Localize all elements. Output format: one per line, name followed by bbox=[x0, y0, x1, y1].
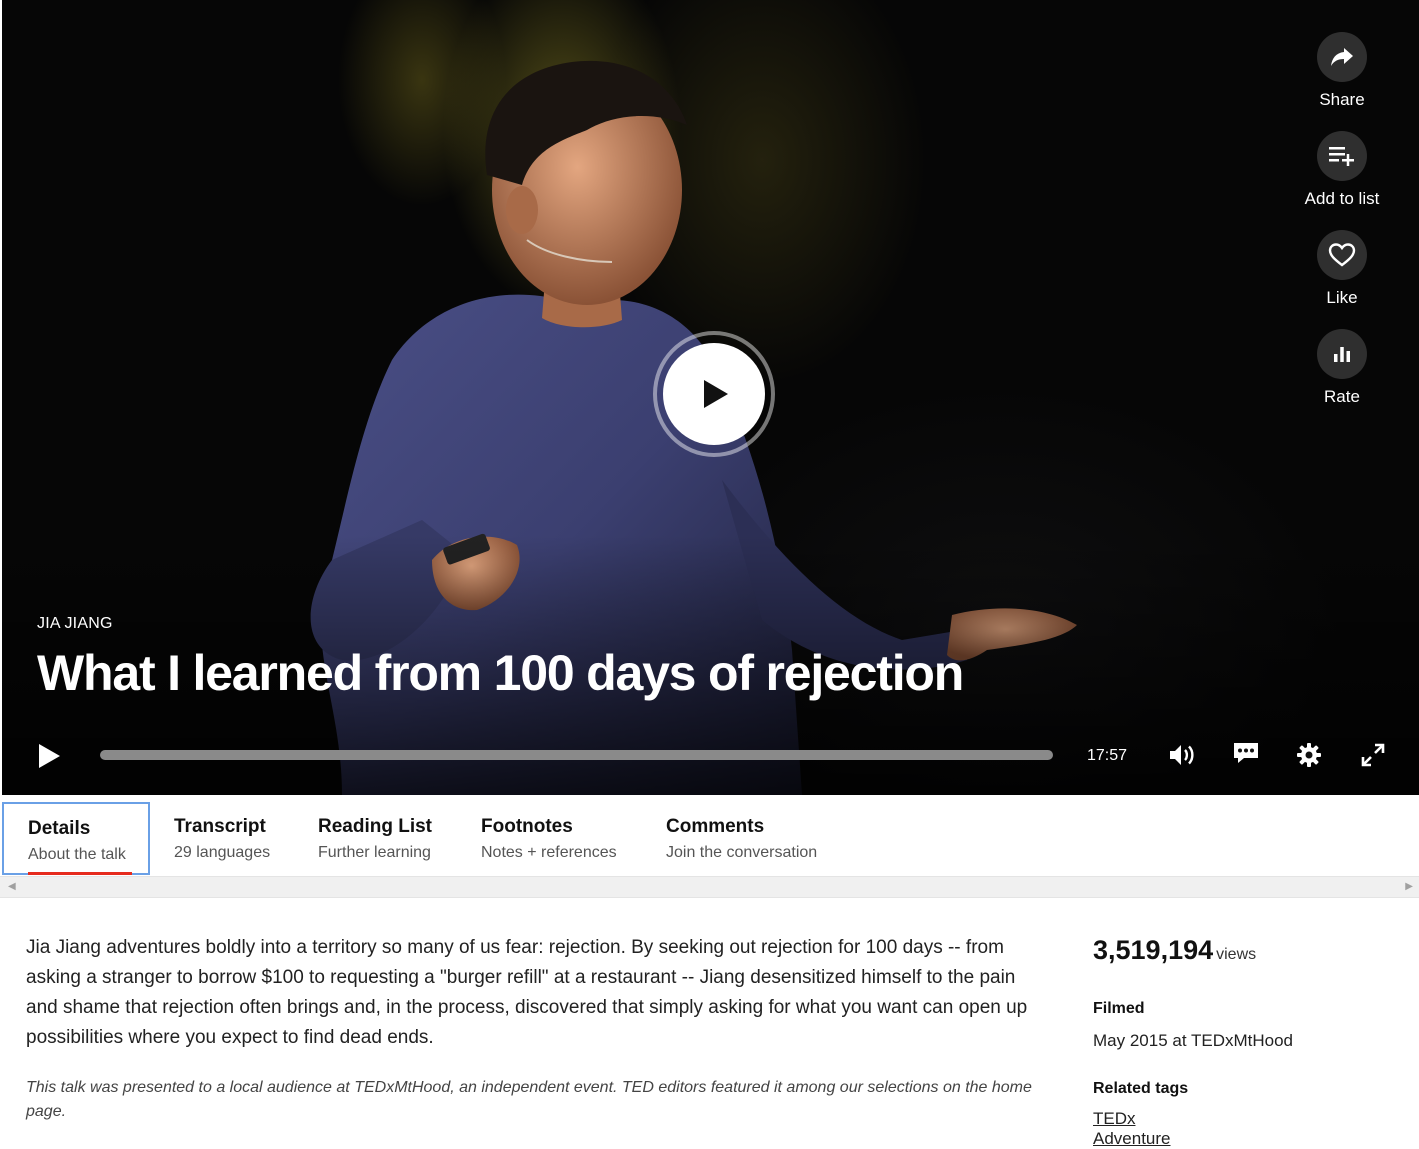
settings-gear-icon[interactable] bbox=[1296, 742, 1322, 768]
view-count: 3,519,194 views bbox=[1093, 935, 1403, 966]
tab-title: Details bbox=[28, 818, 91, 839]
views-label: views bbox=[1216, 946, 1257, 963]
fullscreen-icon[interactable] bbox=[1360, 742, 1386, 768]
side-actions: Share Add to list Like Rate bbox=[1292, 32, 1392, 428]
volume-icon[interactable] bbox=[1168, 742, 1196, 768]
tab-title: Footnotes bbox=[481, 816, 573, 837]
like-label: Like bbox=[1326, 288, 1358, 307]
talk-description: Jia Jiang adventures boldly into a terri… bbox=[26, 937, 1028, 1048]
like-button[interactable]: Like bbox=[1317, 230, 1367, 308]
player-controls: 17:57 bbox=[2, 730, 1419, 780]
tab-subtitle: Join the conversation bbox=[666, 844, 818, 861]
tab-reading-list[interactable]: Reading List Further learning bbox=[294, 802, 456, 875]
tab-details[interactable]: Details About the talk bbox=[2, 802, 150, 875]
tab-comments[interactable]: Comments Join the conversation bbox=[642, 802, 841, 875]
related-tags-heading: Related tags bbox=[1093, 1080, 1189, 1097]
filmed-value: May 2015 at TEDxMtHood bbox=[1093, 1031, 1293, 1050]
horizontal-scrollbar[interactable]: ◀ ▶ bbox=[0, 876, 1419, 898]
add-to-list-label: Add to list bbox=[1304, 189, 1380, 208]
tab-subtitle: About the talk bbox=[28, 846, 126, 863]
share-button[interactable]: Share bbox=[1317, 32, 1367, 110]
talk-meta: 3,519,194 views Filmed May 2015 at TEDxMt… bbox=[1093, 935, 1403, 1149]
rate-button[interactable]: Rate bbox=[1317, 329, 1367, 407]
playlist-add-icon bbox=[1329, 147, 1354, 166]
subtitles-icon[interactable] bbox=[1232, 740, 1260, 766]
views-number: 3,519,194 bbox=[1093, 935, 1214, 965]
tab-subtitle: Notes + references bbox=[481, 844, 617, 861]
heart-icon bbox=[1328, 243, 1356, 267]
scroll-right-icon[interactable]: ▶ bbox=[1405, 881, 1413, 892]
play-icon bbox=[704, 380, 728, 408]
talk-title: What I learned from 100 days of rejectio… bbox=[37, 645, 964, 701]
tab-transcript[interactable]: Transcript 29 languages bbox=[150, 802, 294, 875]
bar-chart-icon bbox=[1334, 347, 1350, 362]
add-to-list-button[interactable]: Add to list bbox=[1304, 131, 1380, 209]
tedx-note: This talk was presented to a local audie… bbox=[26, 1079, 1032, 1120]
video-player[interactable]: Share Add to list Like Rate JIA JIANG Wh… bbox=[2, 0, 1419, 795]
scroll-left-icon[interactable]: ◀ bbox=[8, 881, 16, 892]
share-icon bbox=[1331, 48, 1353, 66]
tab-title: Transcript bbox=[174, 816, 266, 837]
tab-title: Reading List bbox=[318, 816, 433, 837]
big-play-button[interactable] bbox=[653, 331, 775, 457]
tag-link[interactable]: TEDx bbox=[1093, 1109, 1403, 1129]
tab-title: Comments bbox=[666, 816, 765, 837]
active-tab-indicator bbox=[28, 872, 132, 875]
filmed-heading: Filmed bbox=[1093, 1000, 1145, 1017]
tab-subtitle: 29 languages bbox=[174, 844, 271, 861]
tab-footnotes[interactable]: Footnotes Notes + references bbox=[457, 802, 641, 875]
rate-label: Rate bbox=[1324, 387, 1360, 406]
share-label: Share bbox=[1319, 90, 1365, 109]
progress-bar[interactable] bbox=[100, 750, 1053, 760]
speaker-name[interactable]: JIA JIANG bbox=[37, 615, 113, 633]
duration: 17:57 bbox=[1087, 747, 1128, 764]
play-icon[interactable] bbox=[36, 742, 62, 770]
tab-subtitle: Further learning bbox=[318, 844, 431, 861]
talk-tabs: Details About the talk Transcript 29 lan… bbox=[0, 802, 1419, 876]
tag-link[interactable]: Adventure bbox=[1093, 1129, 1403, 1149]
